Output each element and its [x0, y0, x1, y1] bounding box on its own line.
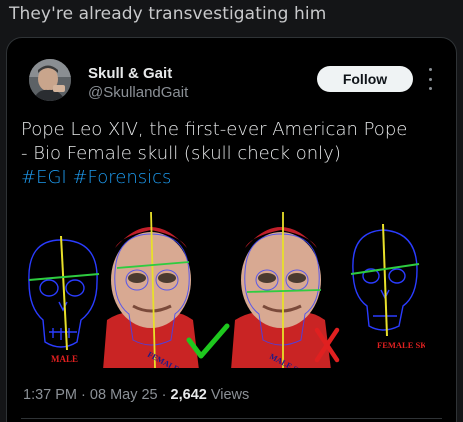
tweet-text-line-1: Pope Leo XIV, the first-ever American Po…	[21, 119, 408, 140]
more-options-icon[interactable]	[425, 68, 435, 90]
tweet-date[interactable]: 08 May 25	[90, 387, 158, 403]
tweet-time[interactable]: 1:37 PM	[23, 387, 77, 403]
meta-separator-2: ·	[161, 387, 167, 403]
embedded-tweet-card[interactable]: Skull & Gait @SkullandGait Follow Pope L…	[6, 37, 457, 422]
post-caption: They're already transvestigating him	[9, 4, 327, 24]
tweet-text-line-2: - Bio Female skull (skull check only)	[21, 143, 341, 164]
author-name[interactable]: Skull & Gait	[88, 65, 172, 82]
hashtag-egi[interactable]: #EGI	[21, 167, 67, 188]
label-male: MALE	[51, 354, 78, 364]
avatar[interactable]	[29, 59, 71, 101]
label-female-skull-right: FEMALE SKULL	[377, 340, 425, 350]
author-handle[interactable]: @SkullandGait	[88, 84, 188, 101]
tweet-media-image[interactable]: MALE FEMALE SKULL	[21, 210, 425, 368]
tweet-hashtags: #EGI #Forensics	[21, 166, 441, 190]
tweet-text: Pope Leo XIV, the first-ever American Po…	[21, 118, 441, 190]
tweet-meta: 1:37 PM · 08 May 25 · 2,642 Views	[23, 387, 249, 403]
follow-button[interactable]: Follow	[317, 66, 413, 92]
hashtag-forensics[interactable]: #Forensics	[72, 167, 171, 188]
avatar-photo	[29, 59, 71, 101]
skull-comparison-graphic: MALE FEMALE SKULL	[21, 210, 425, 368]
meta-separator-1: ·	[81, 387, 86, 403]
divider	[21, 418, 442, 419]
views-label: Views	[210, 387, 250, 403]
views-count: 2,642	[170, 387, 207, 403]
